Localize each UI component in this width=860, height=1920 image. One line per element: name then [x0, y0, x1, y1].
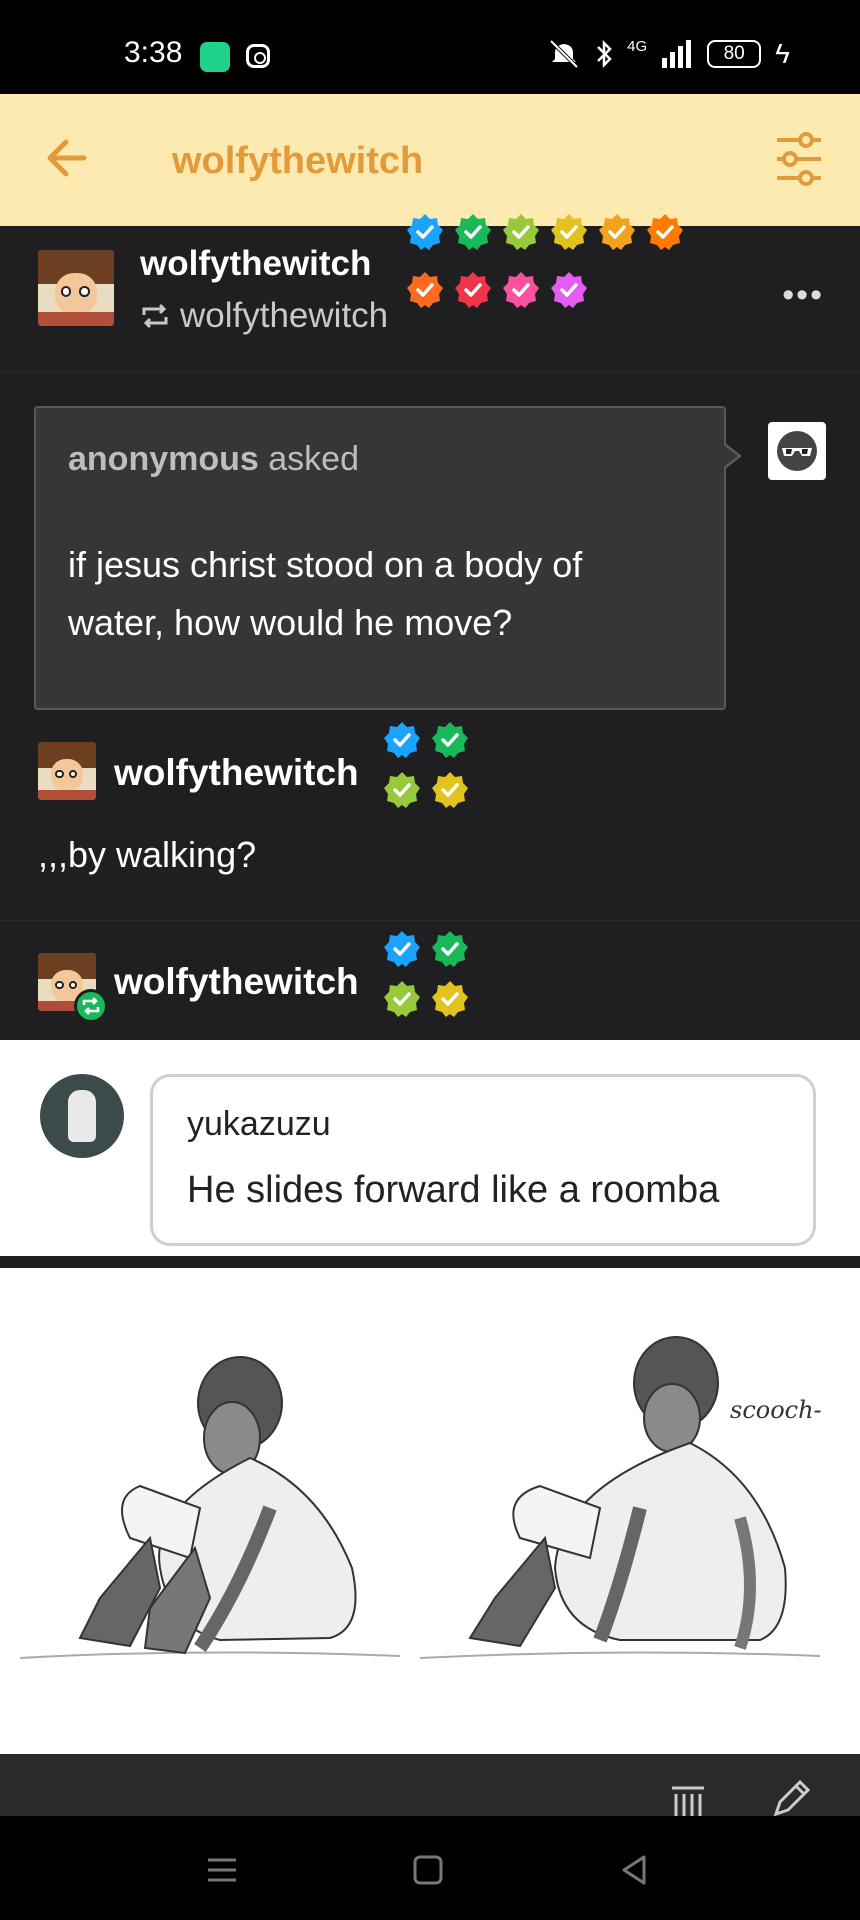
- network-label: 4G: [627, 38, 648, 55]
- comment-text: He slides forward like a roomba: [187, 1169, 720, 1211]
- queue-icon: [672, 1786, 704, 1816]
- filter-button[interactable]: [774, 132, 824, 186]
- commenter-avatar: [40, 1074, 124, 1158]
- app-icon: [200, 42, 230, 72]
- verified-badge-icon: [453, 212, 493, 252]
- verified-badge-icon: [430, 979, 470, 1019]
- verified-badge-icon: [405, 212, 445, 252]
- verified-badge-icon: [430, 929, 470, 969]
- post-body: anonymous asked if jesus christ stood on…: [0, 372, 860, 920]
- system-nav-bar: [0, 1816, 860, 1920]
- divider: [0, 1256, 860, 1268]
- blog-avatar[interactable]: [38, 250, 114, 326]
- more-options-button[interactable]: •••: [782, 276, 824, 315]
- verified-badge-icon: [405, 270, 445, 310]
- reply-blog-name[interactable]: wolfythewitch: [114, 752, 359, 794]
- sunglasses-face-icon: [777, 431, 817, 471]
- comment-bubble: yukazuzu He slides forward like a roomba: [150, 1074, 816, 1246]
- back-button[interactable]: [40, 130, 96, 186]
- verified-badge-icon: [382, 770, 422, 810]
- post-blog-name[interactable]: wolfythewitch: [140, 244, 371, 284]
- reblogged-from-name: wolfythewitch: [180, 296, 389, 335]
- verified-badge-icon: [549, 270, 589, 310]
- drawing-image: scooch-: [0, 1268, 860, 1754]
- reblog-icon: [142, 303, 168, 329]
- instagram-icon: [246, 44, 270, 68]
- bottom-toolbar: [0, 1754, 860, 1817]
- drawing-annotation: scooch-: [730, 1396, 822, 1424]
- pencil-icon: [773, 1779, 811, 1817]
- reblog-header: wolfythewitch: [0, 920, 860, 1040]
- status-icons: 4G 80 ϟ: [547, 38, 790, 70]
- ask-box: anonymous asked if jesus christ stood on…: [34, 406, 726, 710]
- status-bar: 3:38 4G 80 ϟ: [0, 0, 860, 94]
- verified-badge-icon: [382, 929, 422, 969]
- arrow-left-icon: [47, 139, 87, 177]
- verified-badge-icon: [501, 212, 541, 252]
- verified-badge-icon: [430, 770, 470, 810]
- verified-badge-icon: [501, 270, 541, 310]
- post-header: wolfythewitch wolfythewitch •••: [0, 214, 860, 372]
- header-title: wolfythewitch: [172, 140, 424, 182]
- home-square-icon[interactable]: [410, 1852, 446, 1888]
- app-header: wolfythewitch: [0, 94, 860, 226]
- sliders-icon: [777, 132, 821, 186]
- back-triangle-icon[interactable]: [616, 1852, 652, 1888]
- reply-text: ,,,by walking?: [38, 834, 257, 875]
- anonymous-avatar: [768, 422, 826, 480]
- queue-button[interactable]: [670, 1784, 706, 1816]
- charging-icon: ϟ: [775, 38, 790, 69]
- ask-question: if jesus christ stood on a body of water…: [68, 544, 583, 643]
- comment-username: yukazuzu: [187, 1105, 331, 1143]
- ask-asker: anonymous asked: [68, 440, 359, 479]
- battery-icon: 80: [707, 40, 762, 68]
- status-time: 3:38: [124, 36, 183, 69]
- verified-badge-icon: [382, 720, 422, 760]
- asked-label: asked: [268, 440, 359, 478]
- verified-badge-icon: [430, 720, 470, 760]
- bluetooth-icon: [597, 39, 612, 69]
- verified-badge-icon: [597, 212, 637, 252]
- comment-screenshot: yukazuzu He slides forward like a roomba: [0, 1040, 860, 1256]
- mute-icon: [549, 39, 579, 69]
- reblog-badge-icon: [74, 989, 108, 1023]
- verified-badge-icon: [382, 979, 422, 1019]
- reblogged-from[interactable]: wolfythewitch: [140, 296, 388, 336]
- verified-badge-icon: [645, 212, 685, 252]
- verified-badge-icon: [453, 270, 493, 310]
- asker-name: anonymous: [68, 440, 259, 478]
- signal-icon: [662, 40, 692, 68]
- edit-button[interactable]: [772, 1778, 812, 1817]
- reblog-blog-name[interactable]: wolfythewitch: [114, 961, 359, 1003]
- verified-badge-icon: [549, 212, 589, 252]
- menu-icon[interactable]: [204, 1852, 240, 1888]
- reply-avatar[interactable]: [38, 742, 96, 800]
